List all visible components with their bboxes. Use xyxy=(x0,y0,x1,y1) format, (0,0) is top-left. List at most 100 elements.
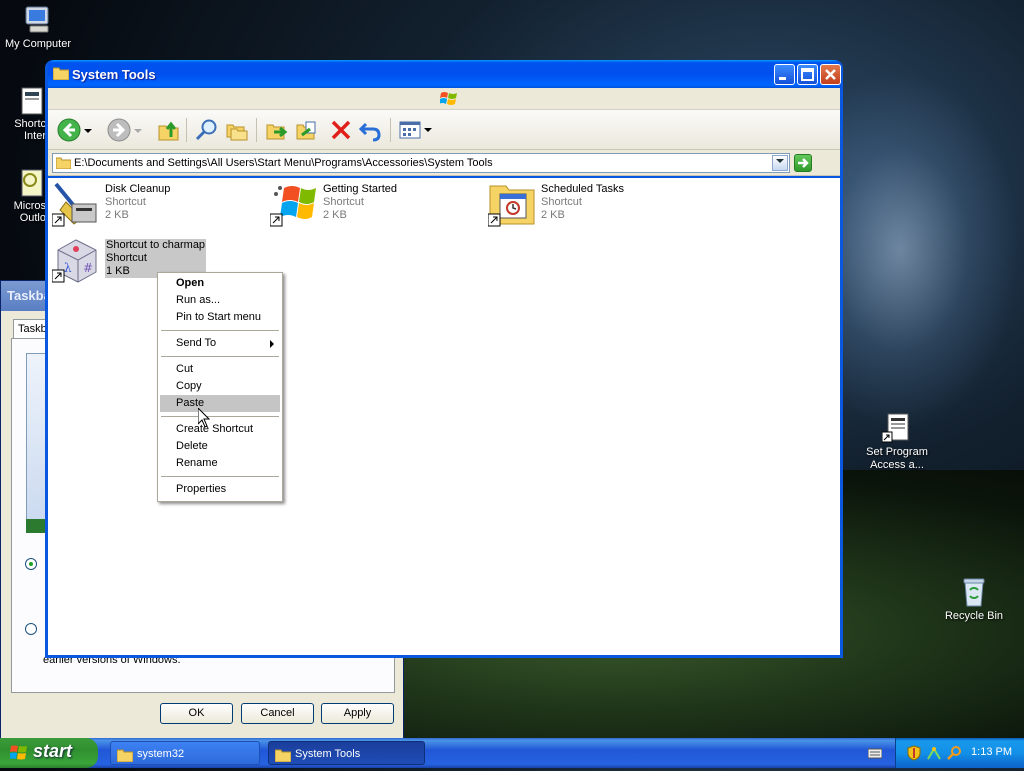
desktop-icon-label: Set Program Access a... xyxy=(866,446,928,471)
file-item-text: Getting Started Shortcut 2 KB xyxy=(323,183,397,222)
folders-button[interactable] xyxy=(224,117,250,143)
desktop-icon-label: Micros Outlo xyxy=(13,200,46,224)
computer-icon xyxy=(22,4,54,36)
file-name: Shortcut to charmap xyxy=(106,239,206,251)
start-menu-radio[interactable] xyxy=(25,558,37,570)
forward-dropdown-button[interactable] xyxy=(134,126,142,134)
search-icon[interactable] xyxy=(946,745,962,761)
close-button[interactable] xyxy=(820,64,841,85)
file-type: Shortcut xyxy=(323,196,364,208)
desktop-icon-my-computer[interactable]: My Computer xyxy=(0,4,76,50)
menu-item-properties[interactable]: Properties xyxy=(160,481,280,498)
taskbar: start system32 System Tools 1:13 PM xyxy=(0,738,1024,768)
menu-item-delete[interactable]: Delete xyxy=(160,438,280,455)
file-item-disk-cleanup[interactable]: Disk Cleanup Shortcut 2 KB xyxy=(51,180,262,228)
cancel-button[interactable]: Cancel xyxy=(241,703,314,724)
back-dropdown-button[interactable] xyxy=(84,126,92,134)
start-label: start xyxy=(33,741,73,761)
menu-bar xyxy=(48,88,840,110)
menu-item-run-as[interactable]: Run as... xyxy=(160,292,280,309)
menu-item-paste[interactable]: Paste xyxy=(160,395,280,412)
desktop-icon-set-program-access[interactable]: Set Program Access a... xyxy=(858,412,936,472)
taskbar-button-system32[interactable]: system32 xyxy=(110,741,260,765)
undo-button[interactable] xyxy=(358,117,384,143)
file-size: 2 KB xyxy=(323,209,347,221)
views-icon xyxy=(399,121,432,139)
network-icon[interactable] xyxy=(926,745,942,761)
copy-to-icon xyxy=(296,121,316,140)
recycle-bin-icon xyxy=(959,576,989,608)
close-icon xyxy=(825,69,836,80)
delete-button[interactable] xyxy=(328,117,354,143)
system-tray: 1:13 PM xyxy=(895,738,1024,768)
file-item-text: Disk Cleanup Shortcut 2 KB xyxy=(105,183,170,222)
shortcut-document-icon xyxy=(18,86,46,116)
menu-item-pin-to-start[interactable]: Pin to Start menu xyxy=(160,309,280,326)
apply-button[interactable]: Apply xyxy=(321,703,394,724)
file-type: Shortcut xyxy=(541,196,582,208)
windows-flag-icon xyxy=(439,91,458,107)
charmap-icon: # λ xyxy=(51,236,100,284)
taskbar-button-label: system32 xyxy=(137,748,185,760)
menu-item-rename[interactable]: Rename xyxy=(160,455,280,472)
window-title: System Tools xyxy=(72,67,156,82)
file-item-scheduled-tasks[interactable]: Scheduled Tasks Shortcut 2 KB xyxy=(487,180,698,228)
taskbar-button-system-tools[interactable]: System Tools xyxy=(268,741,425,765)
search-icon xyxy=(195,119,217,141)
move-to-icon xyxy=(266,124,288,140)
undo-icon xyxy=(358,122,381,142)
windows-flag-icon xyxy=(269,180,318,228)
windows-logo-icon xyxy=(9,745,28,761)
keyboard-icon[interactable] xyxy=(867,747,883,759)
go-button[interactable] xyxy=(794,154,812,172)
classic-start-menu-radio[interactable] xyxy=(25,623,37,635)
start-button[interactable]: start xyxy=(0,738,98,768)
folder-icon xyxy=(55,157,72,170)
minimize-button[interactable] xyxy=(774,64,795,85)
desktop-icon-microsoft-outlook[interactable]: Micros Outlo xyxy=(0,168,48,224)
menu-item-cut[interactable]: Cut xyxy=(160,361,280,378)
search-button[interactable] xyxy=(194,117,220,143)
window-titlebar[interactable]: System Tools xyxy=(48,60,841,88)
folders-icon xyxy=(226,124,248,141)
views-button[interactable] xyxy=(398,117,432,143)
address-input[interactable]: E:\Documents and Settings\All Users\Star… xyxy=(52,153,790,173)
taskbar-button-label: System Tools xyxy=(295,748,361,760)
submenu-arrow-icon xyxy=(270,340,274,348)
maximize-button[interactable] xyxy=(797,64,818,85)
menu-item-open[interactable]: Open xyxy=(160,275,280,292)
move-to-button[interactable] xyxy=(264,117,290,143)
svg-text:#: # xyxy=(83,261,93,275)
security-shield-icon[interactable] xyxy=(906,745,922,761)
chevron-down-icon xyxy=(134,129,142,133)
minimize-icon xyxy=(779,77,786,80)
forward-button[interactable] xyxy=(106,117,132,143)
menu-item-create-shortcut[interactable]: Create Shortcut xyxy=(160,421,280,438)
back-button[interactable] xyxy=(56,117,82,143)
menu-item-copy[interactable]: Copy xyxy=(160,378,280,395)
mouse-cursor-icon xyxy=(197,406,211,428)
file-type: Shortcut xyxy=(106,252,147,264)
desktop-icon-label: Shortc Inter xyxy=(14,118,46,142)
desktop-icon-recycle-bin[interactable]: Recycle Bin xyxy=(936,576,1012,622)
up-folder-button[interactable] xyxy=(156,117,182,143)
menu-item-label: Send To xyxy=(176,337,217,349)
scheduled-tasks-icon xyxy=(487,180,536,228)
desktop-icon-label: My Computer xyxy=(4,38,72,50)
copy-to-button[interactable] xyxy=(294,117,320,143)
desktop-icon-shortcut-internet[interactable]: Shortc Inter xyxy=(0,86,48,142)
context-menu[interactable]: Open Run as... Pin to Start menu Send To… xyxy=(157,272,283,502)
address-dropdown-button[interactable] xyxy=(772,155,788,171)
folder-icon xyxy=(116,747,134,763)
file-name: Disk Cleanup xyxy=(105,183,171,195)
file-item-getting-started[interactable]: Getting Started Shortcut 2 KB xyxy=(269,180,480,228)
clock: 1:13 PM xyxy=(971,746,1012,758)
maximize-icon xyxy=(801,68,814,81)
file-name: Getting Started xyxy=(323,183,397,195)
menu-item-send-to[interactable]: Send To xyxy=(160,335,280,352)
ok-button[interactable]: OK xyxy=(160,703,233,724)
menu-separator xyxy=(161,476,279,477)
file-name: Scheduled Tasks xyxy=(541,183,624,195)
file-size: 2 KB xyxy=(541,209,565,221)
outlook-icon xyxy=(18,168,46,198)
